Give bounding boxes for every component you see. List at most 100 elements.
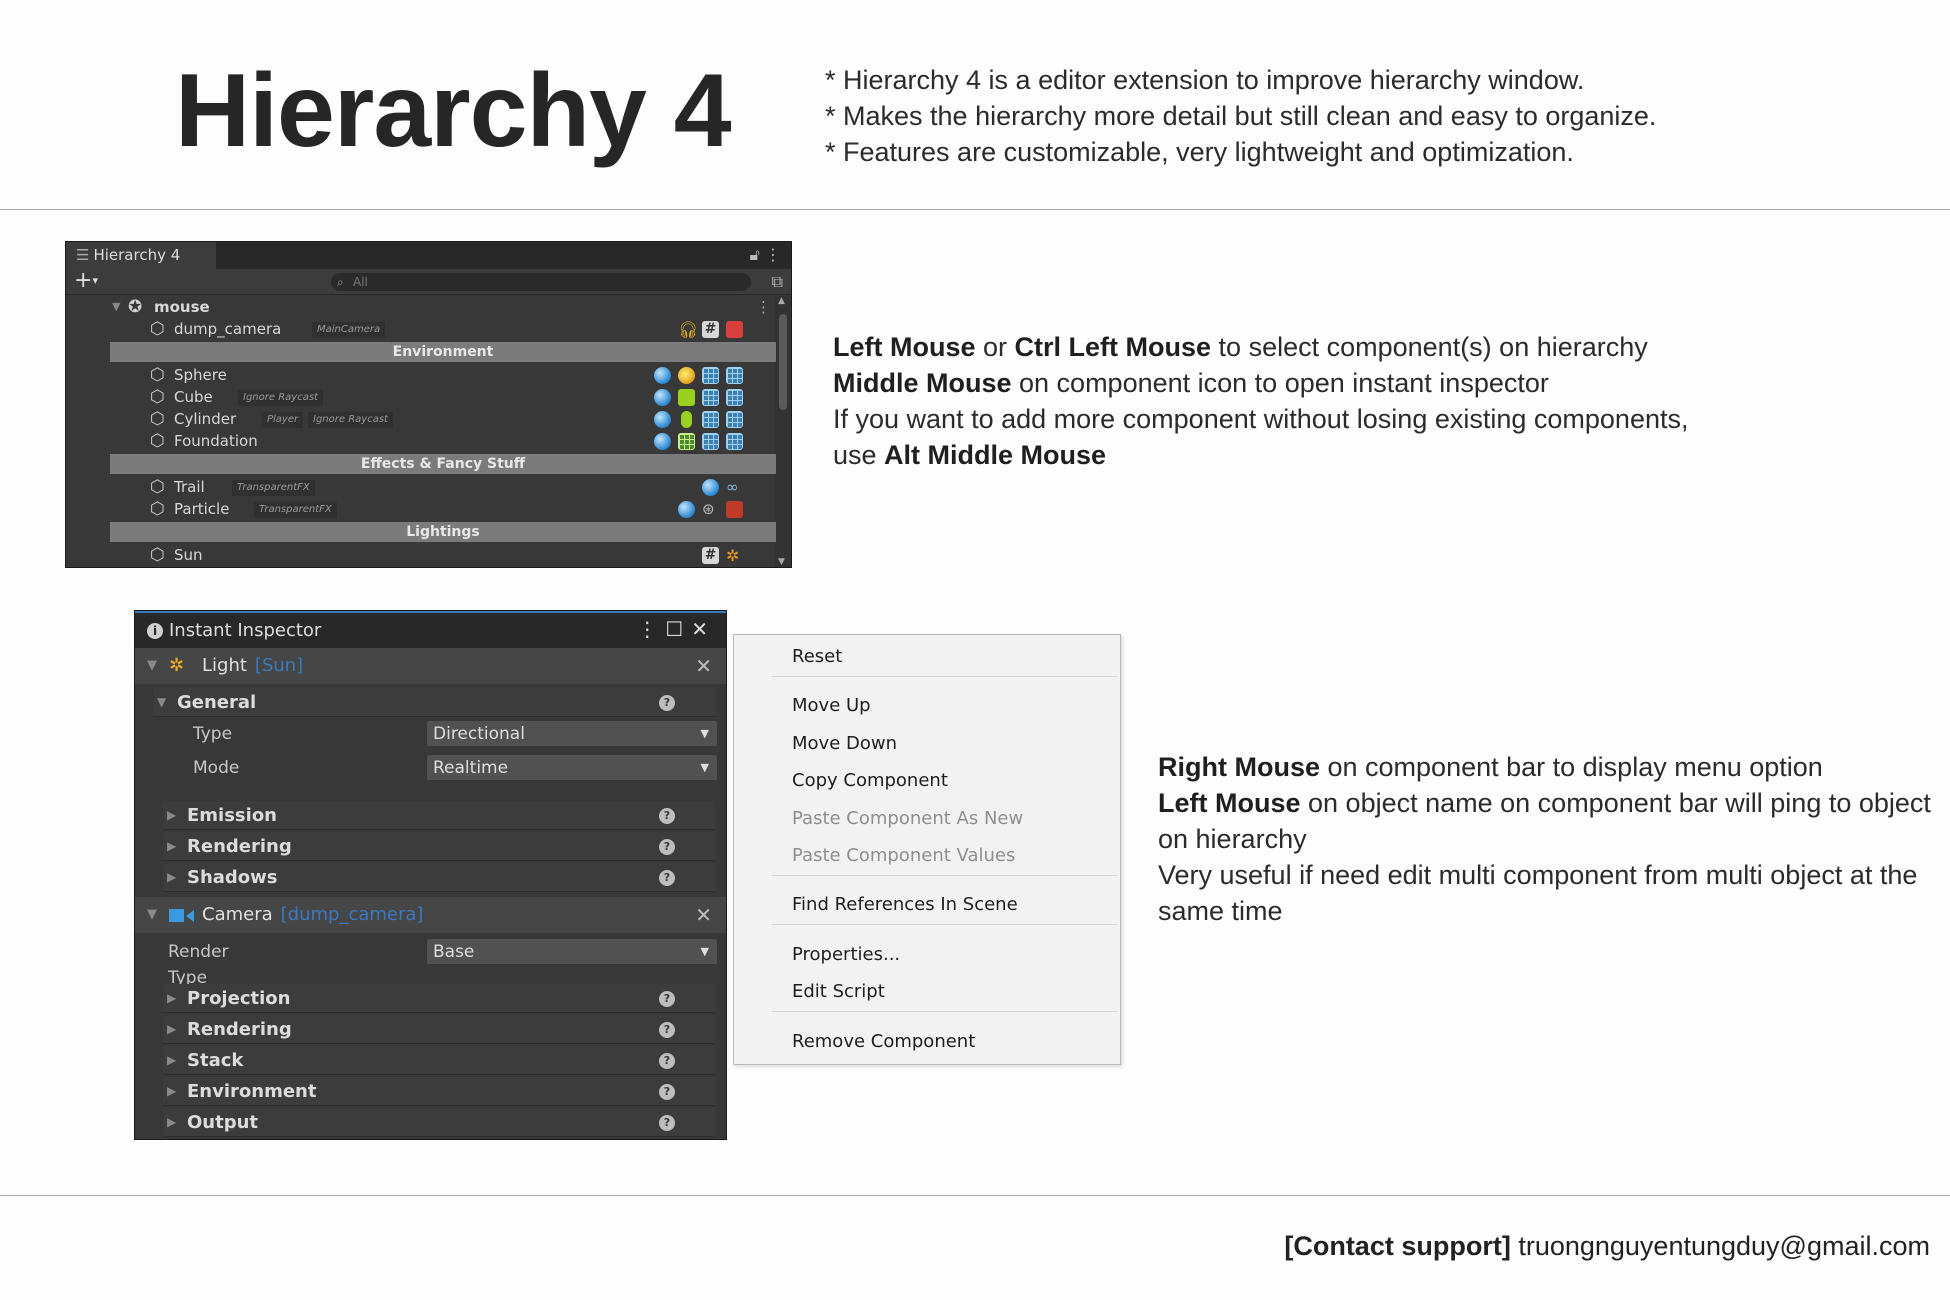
object-link[interactable]: [dump_camera] (281, 904, 424, 925)
scroll-thumb[interactable] (779, 314, 787, 410)
component-name[interactable]: Camera [dump_camera] (202, 897, 423, 933)
menu-item-move-down[interactable]: Move Down (792, 733, 897, 754)
object-link[interactable]: [Sun] (255, 655, 303, 676)
particle-renderer-icon[interactable] (726, 501, 743, 518)
mesh-filter-icon[interactable] (702, 389, 719, 406)
remove-icon[interactable]: ✕ (695, 648, 712, 684)
menu-item-reset[interactable]: Reset (792, 646, 842, 667)
dropdown-value: Base (433, 942, 475, 962)
help-icon[interactable]: ? (659, 1022, 675, 1038)
hierarchy-row[interactable]: ⬡ Sphere (66, 364, 776, 386)
scrollbar[interactable]: ▲ ▼ (775, 296, 791, 567)
trail-renderer-icon[interactable]: ∞ (726, 479, 743, 496)
section-output[interactable]: ▶ Output? (163, 1108, 715, 1137)
mesh-filter-icon[interactable] (702, 367, 719, 384)
hierarchy-row[interactable]: ⬡ Foundation (66, 430, 776, 452)
section-shadows[interactable]: ▶ Shadows? (163, 863, 715, 892)
help-icon[interactable]: ? (659, 1084, 675, 1100)
menu-item-paste-as-new[interactable]: Paste Component As New (792, 808, 1023, 829)
material-ball-icon[interactable] (702, 479, 719, 496)
root-name: mouse (154, 298, 210, 316)
expand-arrow-icon[interactable]: ▼ (112, 296, 120, 318)
separator-effects[interactable]: Effects & Fancy Stuff (110, 454, 776, 474)
gameobject-icon: ⬡ (150, 409, 165, 429)
more-icon[interactable]: ⋮ (765, 245, 781, 264)
mesh-filter-icon[interactable] (702, 433, 719, 450)
remove-icon[interactable]: ✕ (695, 897, 712, 933)
component-bar-light[interactable]: ▼ ✲ Light [Sun] ✕ (135, 648, 726, 684)
audio-listener-icon[interactable]: 🎧︎ (678, 321, 698, 338)
light-icon[interactable]: ✲ (726, 547, 743, 564)
material-ball-icon[interactable] (678, 501, 695, 518)
section-emission[interactable]: ▶ Emission? (163, 801, 715, 830)
section-rendering[interactable]: ▶ Rendering? (163, 1015, 715, 1044)
collapse-arrow-icon[interactable]: ▼ (147, 648, 157, 684)
script-icon[interactable]: # (702, 321, 719, 338)
hierarchy-row[interactable]: ⬡ Cube Ignore Raycast (66, 386, 776, 408)
close-icon[interactable]: ✕ (691, 617, 716, 641)
maximize-icon[interactable]: ☐ (665, 617, 691, 641)
hierarchy-row-root[interactable]: ▼ ✪ mouse ⋮ (66, 296, 776, 318)
render-type-dropdown[interactable]: Base ▼ (427, 939, 717, 964)
section-rendering[interactable]: ▶ Rendering? (163, 832, 715, 861)
scroll-down-icon[interactable]: ▼ (778, 557, 785, 567)
menu-item-move-up[interactable]: Move Up (792, 695, 871, 716)
mesh-filter-icon[interactable] (702, 411, 719, 428)
lock-icon[interactable]: 🔓︎ (750, 245, 760, 264)
hierarchy-row[interactable]: ⬡ Trail TransparentFX ∞ (66, 476, 776, 498)
separator-lightings[interactable]: Lightings (110, 522, 776, 542)
layer-label: TransparentFX (232, 480, 315, 496)
hierarchy-row[interactable]: ⬡ dump_camera MainCamera 🎧︎ # (66, 318, 776, 340)
material-ball-icon[interactable] (654, 411, 671, 428)
sphere-collider-icon[interactable] (678, 367, 695, 384)
window-settings-icon[interactable]: ⧉ (772, 272, 783, 292)
tab-hierarchy[interactable]: ☰ Hierarchy 4 (66, 242, 216, 269)
camera-icon[interactable] (726, 321, 743, 338)
section-projection[interactable]: ▶ Projection? (163, 984, 715, 1013)
hierarchy-row[interactable]: ⬡ Particle TransparentFX ⊛ (66, 498, 776, 520)
component-bar-camera[interactable]: ▼ Camera [dump_camera] ✕ (135, 897, 726, 933)
menu-item-remove-component[interactable]: Remove Component (792, 1031, 975, 1052)
section-environment[interactable]: ▶ Environment? (163, 1077, 715, 1106)
mesh-renderer-icon[interactable] (726, 367, 743, 384)
mesh-renderer-icon[interactable] (726, 433, 743, 450)
capsule-collider-icon[interactable] (681, 411, 692, 428)
script-icon[interactable]: # (702, 547, 719, 564)
section-stack[interactable]: ▶ Stack? (163, 1046, 715, 1075)
hierarchy-row[interactable]: ⬡ Cylinder Player Ignore Raycast (66, 408, 776, 430)
more-icon[interactable]: ⋮ (637, 617, 665, 641)
search-input[interactable]: ⌕ All (331, 273, 751, 291)
help-icon[interactable]: ? (659, 870, 675, 886)
row-name: Cylinder (174, 410, 237, 428)
section-general[interactable]: ▼ General ? (153, 688, 715, 717)
contact-email[interactable]: truongnguyentungduy@gmail.com (1518, 1231, 1930, 1261)
menu-item-edit-script[interactable]: Edit Script (792, 981, 885, 1002)
help-icon[interactable]: ? (659, 808, 675, 824)
component-name[interactable]: Light [Sun] (202, 648, 303, 684)
help-icon[interactable]: ? (659, 695, 675, 711)
mesh-renderer-icon[interactable] (726, 411, 743, 428)
add-button[interactable]: +▾ (74, 269, 98, 293)
mode-dropdown[interactable]: Realtime ▼ (427, 755, 717, 780)
material-ball-icon[interactable] (654, 433, 671, 450)
menu-item-find-references[interactable]: Find References In Scene (792, 894, 1018, 915)
menu-item-properties[interactable]: Properties... (792, 944, 900, 965)
material-ball-icon[interactable] (654, 389, 671, 406)
menu-item-copy-component[interactable]: Copy Component (792, 770, 948, 791)
hierarchy-row[interactable]: ⬡ Sun # ✲ (66, 544, 776, 566)
separator-environment[interactable]: Environment (110, 342, 776, 362)
help-icon[interactable]: ? (659, 991, 675, 1007)
material-ball-icon[interactable] (654, 367, 671, 384)
help-icon[interactable]: ? (659, 1115, 675, 1131)
mesh-collider-icon[interactable] (678, 433, 695, 450)
menu-item-paste-values[interactable]: Paste Component Values (792, 845, 1015, 866)
particle-system-icon[interactable]: ⊛ (702, 501, 719, 518)
help-icon[interactable]: ? (659, 839, 675, 855)
mesh-renderer-icon[interactable] (726, 389, 743, 406)
type-dropdown[interactable]: Directional ▼ (427, 721, 717, 746)
collapse-arrow-icon[interactable]: ▼ (147, 897, 157, 933)
more-icon[interactable]: ⋮ (756, 296, 771, 318)
box-collider-icon[interactable] (678, 389, 695, 406)
help-icon[interactable]: ? (659, 1053, 675, 1069)
scroll-up-icon[interactable]: ▲ (778, 296, 785, 306)
